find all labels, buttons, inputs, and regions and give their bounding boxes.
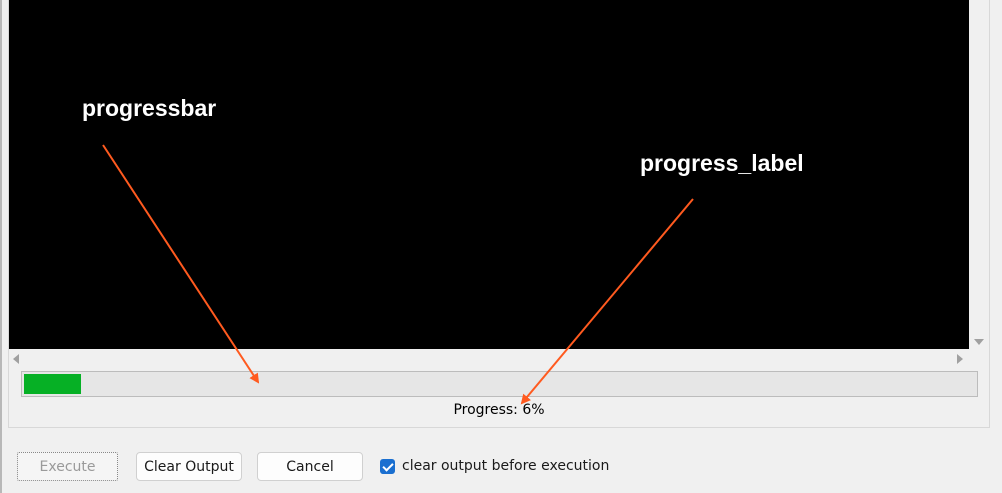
- progress-label: Progress: 6%: [453, 402, 545, 418]
- annotation-progress-label: progress_label: [640, 150, 804, 176]
- vertical-scrollbar[interactable]: [969, 0, 990, 349]
- app-window: Progress: 6% progressbar progress_label …: [0, 0, 1002, 493]
- scroll-left-icon[interactable]: [13, 354, 19, 364]
- scroll-right-icon[interactable]: [957, 354, 963, 364]
- checkmark-icon[interactable]: [380, 458, 395, 474]
- window-edge: [0, 0, 2, 493]
- output-console[interactable]: [8, 0, 969, 349]
- progressbar-fill: [24, 374, 81, 394]
- execute-button[interactable]: Execute: [17, 452, 118, 481]
- clear-output-button[interactable]: Clear Output: [136, 452, 242, 481]
- clear-before-execution-label: clear output before execution: [402, 458, 610, 474]
- clear-before-execution-option[interactable]: clear output before execution: [380, 456, 609, 476]
- progressbar: [21, 371, 978, 397]
- scroll-down-icon[interactable]: [974, 339, 984, 345]
- horizontal-scrollbar[interactable]: [8, 349, 969, 369]
- annotation-progressbar: progressbar: [82, 95, 217, 121]
- cancel-button[interactable]: Cancel: [257, 452, 363, 481]
